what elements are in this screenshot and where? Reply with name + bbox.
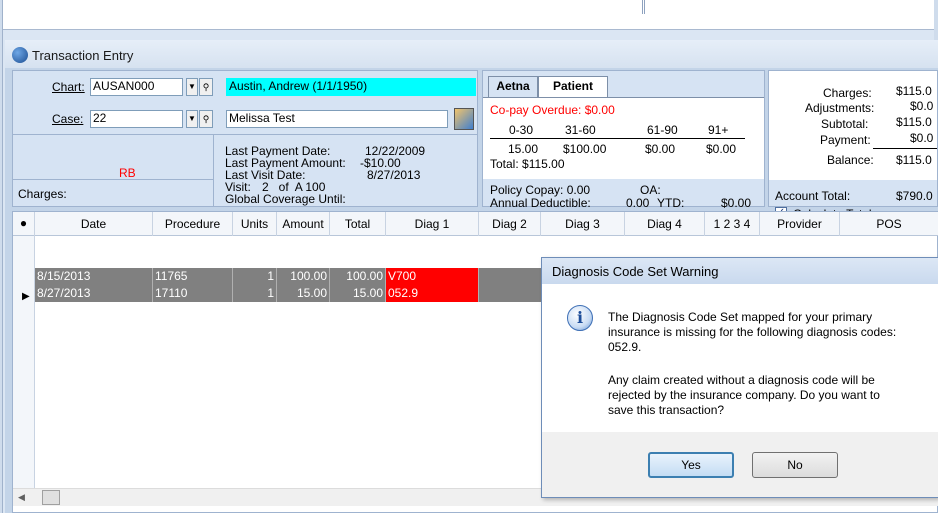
account-total-label: Account Total:: [775, 189, 851, 203]
window-title: Transaction Entry: [32, 48, 134, 63]
col-header-date[interactable]: Date: [35, 212, 153, 236]
cell-units[interactable]: 1: [233, 285, 277, 302]
col-header-diag2[interactable]: Diag 2: [479, 212, 541, 236]
aging-header-61-90: 61-90: [647, 123, 678, 137]
subtotal-value: $115.0: [896, 115, 932, 129]
adjustments-label: Adjustments:: [805, 101, 875, 115]
subtotal-label: Subtotal:: [821, 117, 869, 131]
col-header-provider[interactable]: Provider: [760, 212, 840, 236]
global-coverage-label: Global Coverage Until:: [225, 192, 346, 206]
payment-label: Payment:: [820, 133, 871, 147]
case-search-icon[interactable]: ⚲: [199, 110, 213, 128]
adjustments-value: $0.0: [910, 99, 934, 113]
dialog-message-line: insurance is missing for the following d…: [608, 325, 897, 339]
current-row-arrow-icon: ▶: [22, 291, 30, 302]
scroll-left-icon[interactable]: ◀: [18, 491, 30, 503]
copay-overdue: Co-pay Overdue: $0.00: [490, 103, 615, 117]
cell-diag1[interactable]: 052.9: [386, 285, 479, 302]
charges-label: Charges:: [18, 187, 67, 201]
case-dropdown-icon[interactable]: ▼: [186, 110, 198, 128]
oa-label: OA:: [640, 183, 661, 197]
cell-procedure[interactable]: 17110: [153, 285, 233, 302]
divider: [213, 134, 214, 206]
chart-search-icon[interactable]: ⚲: [199, 78, 213, 96]
dialog-message-line: rejected by the insurance company. Do yo…: [608, 388, 880, 402]
aging-value-91plus: $0.00: [706, 142, 737, 156]
aging-header-31-60: 31-60: [565, 123, 596, 137]
totals-charges-value: $115.0: [896, 84, 932, 98]
col-header-total[interactable]: Total: [330, 212, 386, 236]
top-frame: [0, 0, 938, 30]
annual-deductible-label: Annual Deductible:: [490, 196, 591, 210]
totals-rule: [873, 148, 937, 149]
col-header-procedure[interactable]: Procedure: [153, 212, 233, 236]
left-border: [0, 0, 3, 513]
col-header-pointers[interactable]: 1 2 3 4: [705, 212, 760, 236]
chart-dropdown-icon[interactable]: ▼: [186, 78, 198, 96]
tab-aetna[interactable]: Aetna: [488, 76, 538, 97]
cell-total[interactable]: 15.00: [330, 285, 386, 302]
last-visit-date-value: 8/27/2013: [367, 168, 421, 182]
divider: [13, 134, 213, 135]
aging-value-0-30: 15.00: [508, 142, 539, 156]
account-total-value: $790.0: [896, 189, 933, 203]
dialog-message-line: Any claim created without a diagnosis co…: [608, 373, 875, 387]
dialog-message-line: The Diagnosis Code Set mapped for your p…: [608, 310, 873, 324]
col-header-diag4[interactable]: Diag 4: [625, 212, 705, 236]
balance-value: $115.0: [896, 153, 932, 167]
col-header-units[interactable]: Units: [233, 212, 277, 236]
case-description-field: Melissa Test: [226, 110, 448, 128]
tab-patient[interactable]: Patient: [538, 76, 608, 97]
cell-diag1[interactable]: V700: [386, 268, 479, 285]
case-input[interactable]: 22: [90, 110, 183, 128]
chart-label: Chart:: [52, 80, 85, 94]
dialog-message-line: save this transaction?: [608, 403, 725, 417]
policy-copay: Policy Copay: 0.00: [490, 183, 591, 197]
annual-deductible-value: 0.00: [626, 196, 650, 210]
col-header-amount[interactable]: Amount: [277, 212, 330, 236]
no-button[interactable]: No: [752, 452, 838, 478]
cell-procedure[interactable]: 11765: [153, 268, 233, 285]
aging-total: Total: $115.00: [490, 157, 565, 171]
divider: [213, 134, 478, 135]
case-label: Case:: [52, 112, 84, 126]
aging-header-91plus: 91+: [708, 123, 729, 137]
dialog-footer: [542, 432, 938, 497]
select-all-icon[interactable]: ●: [13, 212, 35, 236]
patient-name-field: Austin, Andrew (1/1/1950): [226, 78, 476, 96]
top-splitter[interactable]: [642, 0, 645, 14]
cell-units[interactable]: 1: [233, 268, 277, 285]
cell-amount[interactable]: 15.00: [277, 285, 330, 302]
cell-amount[interactable]: 100.00: [277, 268, 330, 285]
cell-total[interactable]: 100.00: [330, 268, 386, 285]
info-icon: i: [567, 305, 593, 331]
row-indicator-column: [13, 236, 35, 488]
chart-input[interactable]: AUSAN000: [90, 78, 183, 96]
ytd-label: YTD:: [657, 196, 685, 210]
app-logo-icon: [12, 47, 28, 63]
cell-date[interactable]: 8/15/2013: [35, 268, 153, 285]
col-header-diag1[interactable]: Diag 1: [386, 212, 479, 236]
totals-charges-label: Charges:: [823, 86, 872, 100]
cell-date[interactable]: 8/27/2013: [35, 285, 153, 302]
rb-indicator: RB: [119, 166, 136, 180]
aging-header-0-30: 0-30: [509, 123, 534, 137]
yes-button[interactable]: Yes: [648, 452, 734, 478]
payment-value: $0.0: [910, 131, 934, 145]
aging-rule: [490, 138, 745, 139]
scrollbar-thumb[interactable]: [42, 490, 60, 505]
divider: [13, 179, 213, 180]
aging-value-61-90: $0.00: [645, 142, 676, 156]
dialog-title: Diagnosis Code Set Warning: [552, 264, 719, 279]
window-title-bar[interactable]: [5, 40, 938, 68]
case-edit-icon[interactable]: [454, 108, 474, 130]
aging-value-31-60: $100.00: [563, 142, 607, 156]
col-header-diag3[interactable]: Diag 3: [541, 212, 625, 236]
dialog-message-line: 052.9.: [608, 340, 642, 354]
balance-label: Balance:: [827, 153, 874, 167]
col-header-pos[interactable]: POS: [840, 212, 938, 236]
ytd-value: $0.00: [721, 196, 752, 210]
